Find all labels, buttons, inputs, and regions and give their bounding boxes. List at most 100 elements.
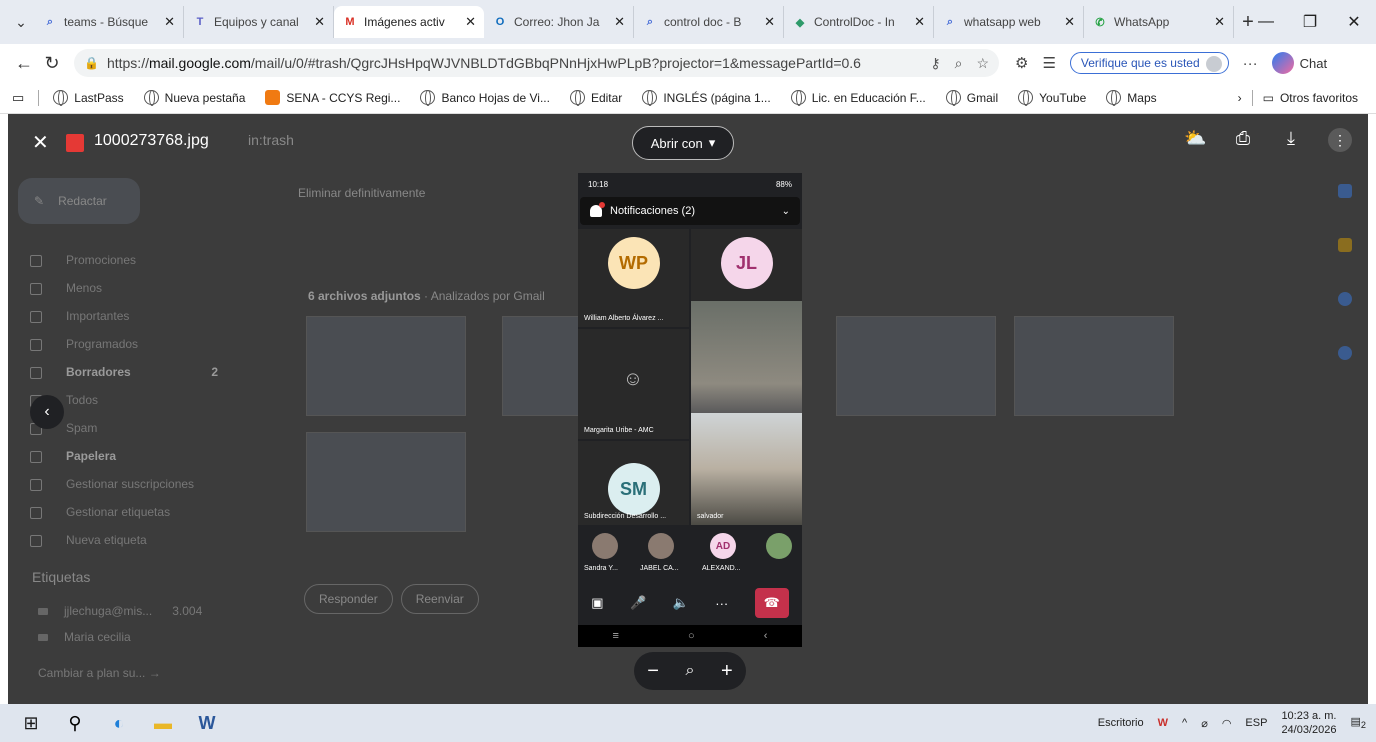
language-label[interactable]: ESP <box>1245 717 1267 729</box>
gmail-nav-item[interactable]: Menos <box>18 274 218 302</box>
more-icon[interactable]: ··· <box>1243 55 1258 72</box>
close-tab-icon[interactable]: ✕ <box>614 14 625 30</box>
browser-tab[interactable]: ◆ ControlDoc - In ✕ <box>784 6 934 38</box>
plan-link[interactable]: Cambiar a plan su... → <box>38 666 161 680</box>
clock[interactable]: 10:23 a. m. 24/03/2026 <box>1281 709 1336 737</box>
download-icon[interactable]: ⤓ <box>1280 128 1302 152</box>
minimize-icon[interactable]: — <box>1244 13 1288 31</box>
browser-tab[interactable]: ⌕ whatsapp web ✕ <box>934 6 1084 38</box>
edge-icon[interactable]: ◐ <box>102 706 136 740</box>
browser-tab[interactable]: T Equipos y canal ✕ <box>184 6 334 38</box>
close-tab-icon[interactable]: ✕ <box>1214 14 1225 30</box>
gmail-nav-item[interactable]: Promociones <box>18 246 218 274</box>
open-with-button[interactable]: Abrir con ▾ <box>632 126 734 160</box>
favorites-icon[interactable]: ☰ <box>1042 54 1055 72</box>
clock-date: 24/03/2026 <box>1281 724 1337 736</box>
compose-button[interactable]: ✎ Redactar <box>18 178 140 224</box>
label-item[interactable]: Maria cecilia <box>38 624 202 650</box>
forward-button[interactable]: Reenviar <box>400 584 479 614</box>
zoom-in-button[interactable]: + <box>721 660 733 683</box>
bookmark-item[interactable]: SENA - CCYS Regi... <box>265 90 400 105</box>
previous-image-button[interactable]: ‹ <box>30 395 64 429</box>
keep-icon[interactable] <box>1338 238 1352 252</box>
sidebar-toggle-icon[interactable]: ▭ <box>12 90 24 106</box>
bookmark-item[interactable]: INGLÉS (página 1... <box>642 90 771 106</box>
bookmark-item[interactable]: Editar <box>569 90 622 106</box>
browser-tab[interactable]: ✆ WhatsApp ✕ <box>1084 6 1234 38</box>
close-tab-icon[interactable]: ✕ <box>914 14 925 30</box>
attachments-note: · Analizados por Gmail <box>424 289 545 303</box>
browser-tab[interactable]: O Correo: Jhon Ja ✕ <box>484 6 634 38</box>
url-input[interactable]: 🔒 https://mail.google.com/mail/u/0/#tras… <box>74 49 999 77</box>
windows-start-icon[interactable]: ⊞ <box>14 706 48 740</box>
gmail-nav-item[interactable]: Importantes <box>18 302 218 330</box>
attachment-thumb[interactable] <box>306 316 466 416</box>
zoom-reset-icon[interactable]: ⌕ <box>686 662 695 680</box>
file-explorer-icon[interactable]: ▬ <box>146 706 180 740</box>
calendar-icon[interactable] <box>1338 184 1352 198</box>
copilot-icon <box>1271 52 1294 74</box>
gmail-nav-item[interactable]: Nueva etiqueta <box>18 526 218 554</box>
chevron-up-icon[interactable]: ^ <box>1182 717 1187 729</box>
notification-center-icon[interactable]: ▤2 <box>1351 715 1367 730</box>
tasks-icon[interactable] <box>1338 292 1352 306</box>
extensions-icon[interactable]: ⚙ <box>1015 54 1028 72</box>
print-icon[interactable]: ⎙ <box>1232 128 1254 152</box>
reply-button[interactable]: Responder <box>304 584 393 614</box>
browser-tab[interactable]: M Imágenes activ ✕ <box>334 6 484 38</box>
gmail-nav-item[interactable]: Borradores 2 <box>18 358 218 386</box>
other-favorites[interactable]: › ▭ Otros favoritos <box>1238 89 1358 106</box>
tab-list-button[interactable]: ⌄ <box>8 9 34 35</box>
attachment-thumb[interactable] <box>836 316 996 416</box>
close-tab-icon[interactable]: ✕ <box>314 14 325 30</box>
app-tray-icon[interactable]: W <box>1158 717 1168 729</box>
gmail-nav-item[interactable]: Programados <box>18 330 218 358</box>
chevron-right-icon[interactable]: › <box>1238 91 1242 105</box>
bookmark-item[interactable]: Gmail <box>945 90 998 106</box>
close-tab-icon[interactable]: ✕ <box>164 14 175 30</box>
zoom-icon[interactable]: ⌕ <box>955 55 963 72</box>
gmail-nav-count: 2 <box>211 365 218 379</box>
key-icon[interactable]: ⚷ <box>930 55 940 72</box>
reload-icon[interactable]: ↻ <box>38 53 66 74</box>
bookmark-label: Banco Hojas de Vi... <box>441 90 550 105</box>
verify-button[interactable]: Verifique que es usted <box>1069 52 1229 74</box>
gmail-nav-item[interactable]: Papelera <box>18 442 218 470</box>
bookmark-item[interactable]: Banco Hojas de Vi... <box>420 90 550 106</box>
close-window-icon[interactable]: ✕ <box>1332 12 1376 32</box>
close-tab-icon[interactable]: ✕ <box>764 14 775 30</box>
attachment-thumb[interactable] <box>306 432 466 532</box>
label-item[interactable]: jjlechuga@mis... 3.004 <box>38 598 202 624</box>
copilot-chat-button[interactable]: Chat <box>1271 52 1327 74</box>
tab-title: whatsapp web <box>964 15 1041 29</box>
browser-tab[interactable]: ⌕ control doc - B ✕ <box>634 6 784 38</box>
desktop-label[interactable]: Escritorio <box>1098 717 1144 729</box>
more-vert-icon[interactable]: ⋮ <box>1328 128 1352 152</box>
bookmark-item[interactable]: Maps <box>1106 90 1157 106</box>
back-icon[interactable]: ← <box>10 53 38 74</box>
star-icon[interactable]: ☆ <box>976 55 989 72</box>
gmail-nav-item[interactable]: Gestionar etiquetas <box>18 498 218 526</box>
word-icon[interactable]: W <box>190 706 224 740</box>
contacts-icon[interactable] <box>1338 346 1352 360</box>
close-viewer-icon[interactable]: ✕ <box>32 130 49 155</box>
add-to-drive-icon[interactable]: ⛅ <box>1184 128 1206 152</box>
tab-title: Equipos y canal <box>214 15 299 29</box>
wifi-icon[interactable]: ◠ <box>1222 717 1232 730</box>
bookmark-item[interactable]: LastPass <box>53 90 124 106</box>
delete-forever-button[interactable]: Eliminar definitivamente <box>298 186 425 200</box>
attachment-thumb[interactable] <box>502 316 582 416</box>
restore-icon[interactable]: ❐ <box>1288 12 1332 32</box>
close-tab-icon[interactable]: ✕ <box>465 14 476 30</box>
bookmark-item[interactable]: Lic. en Educación F... <box>790 90 926 106</box>
gmail-nav-label: Todos <box>66 393 99 407</box>
network-icon[interactable]: ⌀ <box>1201 717 1208 730</box>
bookmark-item[interactable]: Nueva pestaña <box>143 90 245 106</box>
gmail-nav-item[interactable]: Gestionar suscripciones <box>18 470 218 498</box>
attachment-thumb[interactable] <box>1014 316 1174 416</box>
zoom-out-button[interactable]: − <box>647 660 659 683</box>
close-tab-icon[interactable]: ✕ <box>1064 14 1075 30</box>
search-icon[interactable]: ⚲ <box>58 706 92 740</box>
bookmark-item[interactable]: YouTube <box>1018 90 1086 106</box>
browser-tab[interactable]: ⌕ teams - Búsque ✕ <box>34 6 184 38</box>
